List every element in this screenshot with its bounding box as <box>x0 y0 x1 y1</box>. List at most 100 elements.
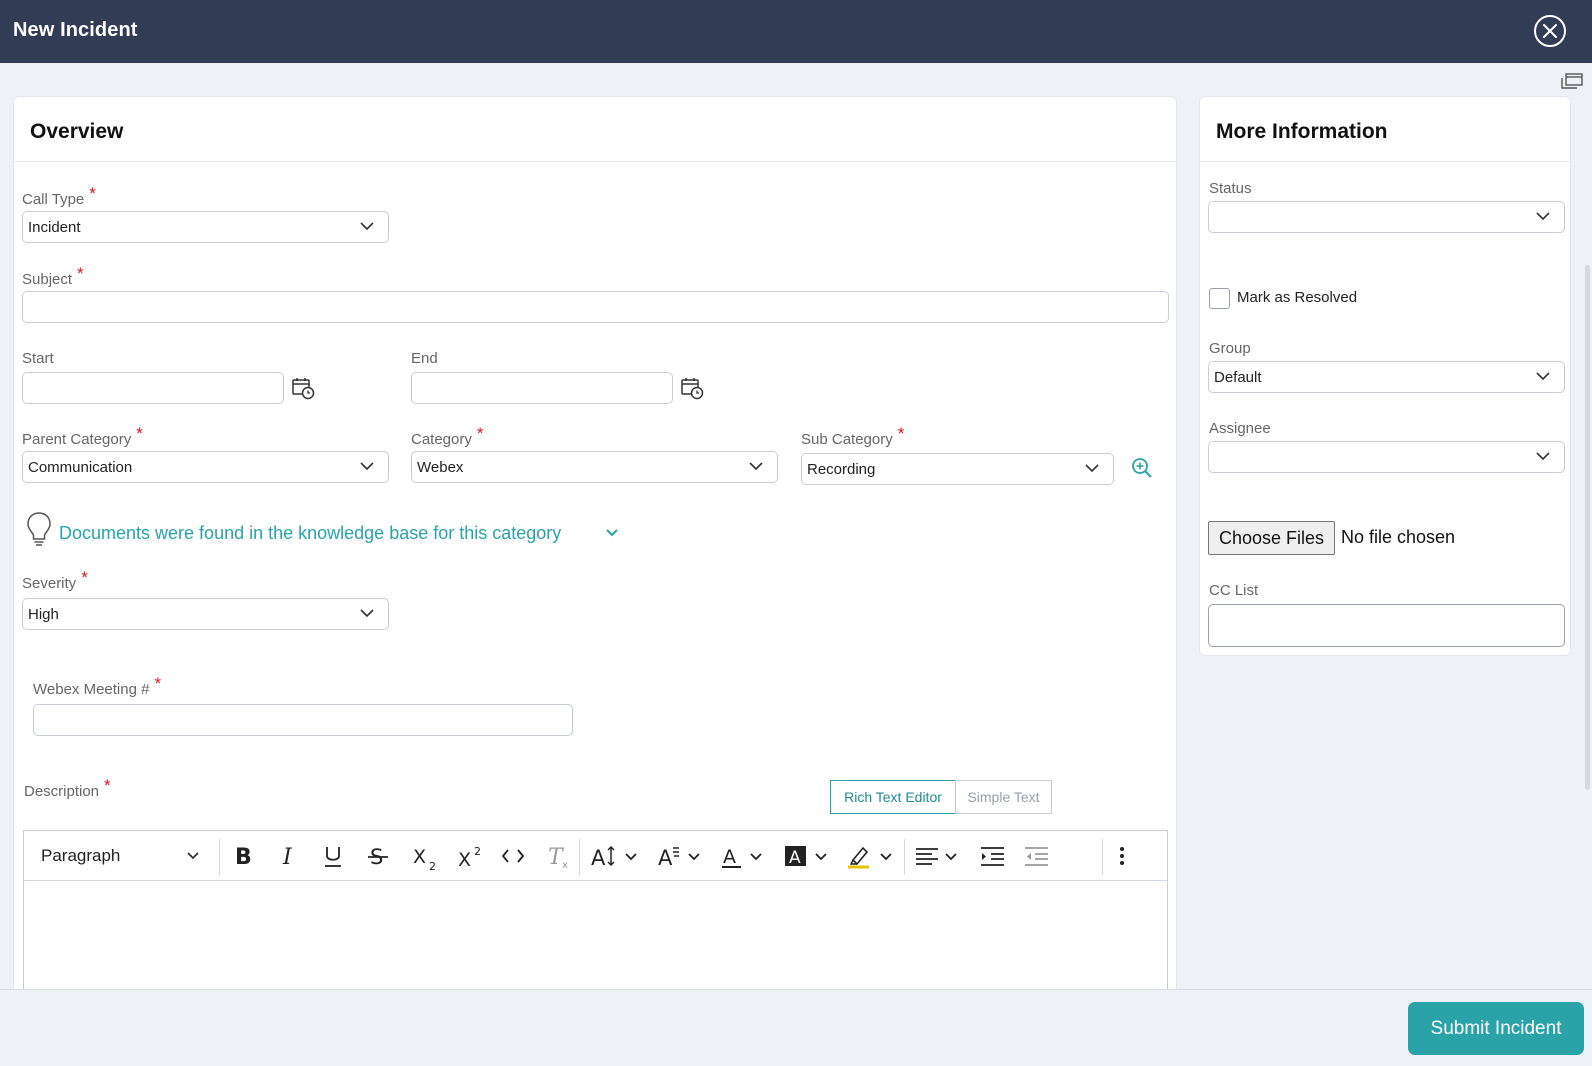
parent-category-value: Communication <box>28 459 133 476</box>
start-label: Start <box>22 350 54 367</box>
overview-title: Overview <box>30 120 124 143</box>
align-icon[interactable] <box>915 844 965 870</box>
calendar-icon[interactable] <box>291 376 315 400</box>
required-marker: * <box>136 424 143 443</box>
editor-toolbar: Paragraph B I S X2 X2 Tx A A A A <box>24 831 1167 881</box>
call-type-select[interactable]: Incident <box>22 211 389 243</box>
call-type-value: Incident <box>28 219 81 236</box>
required-marker: * <box>104 776 111 795</box>
svg-text:2: 2 <box>429 860 436 872</box>
choose-files-button[interactable]: Choose Files <box>1208 521 1335 555</box>
code-icon[interactable] <box>500 844 526 868</box>
submit-incident-button[interactable]: Submit Incident <box>1408 1002 1584 1055</box>
required-marker: * <box>154 674 162 693</box>
cc-list-label: CC List <box>1209 582 1259 599</box>
chevron-down-icon <box>1085 464 1099 473</box>
required-marker: * <box>476 424 484 443</box>
chevron-down-icon[interactable] <box>187 852 199 860</box>
svg-text:2: 2 <box>474 845 481 858</box>
more-information-title: More Information <box>1216 120 1388 143</box>
toolbar-separator <box>1102 839 1103 875</box>
svg-text:I: I <box>282 845 293 868</box>
svg-text:A: A <box>591 846 606 870</box>
font-size-icon[interactable]: A <box>590 844 640 870</box>
subject-label: Subject * <box>22 264 84 288</box>
rich-text-editor-tab[interactable]: Rich Text Editor <box>830 780 956 814</box>
severity-select[interactable]: High <box>22 598 389 630</box>
strikethrough-icon[interactable]: S <box>367 844 389 868</box>
chevron-down-icon <box>360 609 374 618</box>
chevron-down-icon <box>749 462 763 471</box>
sub-category-value: Recording <box>807 461 876 478</box>
group-value: Default <box>1214 369 1262 386</box>
end-date-input[interactable] <box>411 372 673 404</box>
required-marker: * <box>897 424 905 443</box>
chevron-down-icon <box>360 462 374 471</box>
webex-meeting-input[interactable] <box>33 704 573 736</box>
toolbar-separator <box>904 839 905 875</box>
more-information-divider <box>1200 161 1570 162</box>
category-select[interactable]: Webex <box>411 451 778 483</box>
sub-category-select[interactable]: Recording <box>801 453 1114 485</box>
toolbar-separator <box>579 839 580 875</box>
subscript-icon[interactable]: X2 <box>412 844 440 872</box>
description-editor[interactable]: Paragraph B I S X2 X2 Tx A A A A <box>23 830 1168 1000</box>
paragraph-style-select[interactable]: Paragraph <box>41 846 120 866</box>
simple-text-tab[interactable]: Simple Text <box>955 780 1052 814</box>
footer-bar <box>0 989 1592 1066</box>
chevron-down-icon <box>1536 372 1550 381</box>
highlight-icon[interactable] <box>847 844 897 870</box>
close-button[interactable] <box>1534 15 1566 47</box>
zoom-in-icon[interactable] <box>1131 457 1153 479</box>
webex-meeting-label: Webex Meeting # * <box>33 674 162 698</box>
svg-text:X: X <box>413 846 426 868</box>
group-select[interactable]: Default <box>1208 361 1565 393</box>
call-type-label: Call Type * <box>22 184 96 208</box>
overview-divider <box>14 161 1176 162</box>
category-value: Webex <box>417 459 464 476</box>
bold-icon[interactable]: B <box>232 844 254 868</box>
svg-text:x: x <box>562 860 568 870</box>
more-options-icon[interactable] <box>1116 844 1128 870</box>
scrollbar[interactable] <box>1585 265 1590 790</box>
clear-format-icon[interactable]: Tx <box>546 844 572 870</box>
sub-category-label: Sub Category * <box>801 424 905 448</box>
cc-list-input[interactable] <box>1208 604 1565 647</box>
calendar-icon[interactable] <box>680 376 704 400</box>
assignee-select[interactable] <box>1208 441 1565 473</box>
subject-input[interactable] <box>22 291 1169 323</box>
knowledge-base-message: Documents were found in the knowledge ba… <box>59 523 562 543</box>
superscript-icon[interactable]: X2 <box>457 844 485 872</box>
svg-text:X: X <box>458 849 471 871</box>
start-date-input[interactable] <box>22 372 284 404</box>
parent-category-select[interactable]: Communication <box>22 451 389 483</box>
toolbar-separator <box>219 839 220 875</box>
mark-resolved-checkbox[interactable] <box>1209 288 1230 309</box>
assignee-label: Assignee <box>1209 420 1271 437</box>
outdent-icon[interactable] <box>1024 844 1050 870</box>
popout-icon[interactable] <box>1561 73 1583 89</box>
indent-icon[interactable] <box>980 844 1006 870</box>
chevron-down-icon[interactable] <box>606 529 618 537</box>
mark-resolved-label: Mark as Resolved <box>1237 289 1358 306</box>
italic-icon[interactable]: I <box>278 844 300 868</box>
svg-text:B: B <box>235 845 252 868</box>
status-select[interactable] <box>1208 201 1565 233</box>
font-family-icon[interactable]: A <box>657 844 705 870</box>
chevron-down-icon <box>1536 452 1550 461</box>
required-marker: * <box>89 184 96 203</box>
required-marker: * <box>77 264 84 283</box>
underline-icon[interactable] <box>322 844 344 870</box>
svg-text:A: A <box>789 848 801 868</box>
font-color-icon[interactable]: A <box>721 844 769 870</box>
svg-text:A: A <box>658 846 673 870</box>
window-title: New Incident <box>13 19 138 41</box>
parent-category-label: Parent Category * <box>22 424 143 448</box>
group-label: Group <box>1209 340 1251 357</box>
close-icon <box>1543 24 1557 38</box>
category-label: Category * <box>411 424 484 448</box>
background-color-icon[interactable]: A <box>784 844 832 870</box>
end-label: End <box>411 350 438 367</box>
chevron-down-icon <box>1536 212 1550 221</box>
window-header: New Incident <box>0 0 1592 63</box>
